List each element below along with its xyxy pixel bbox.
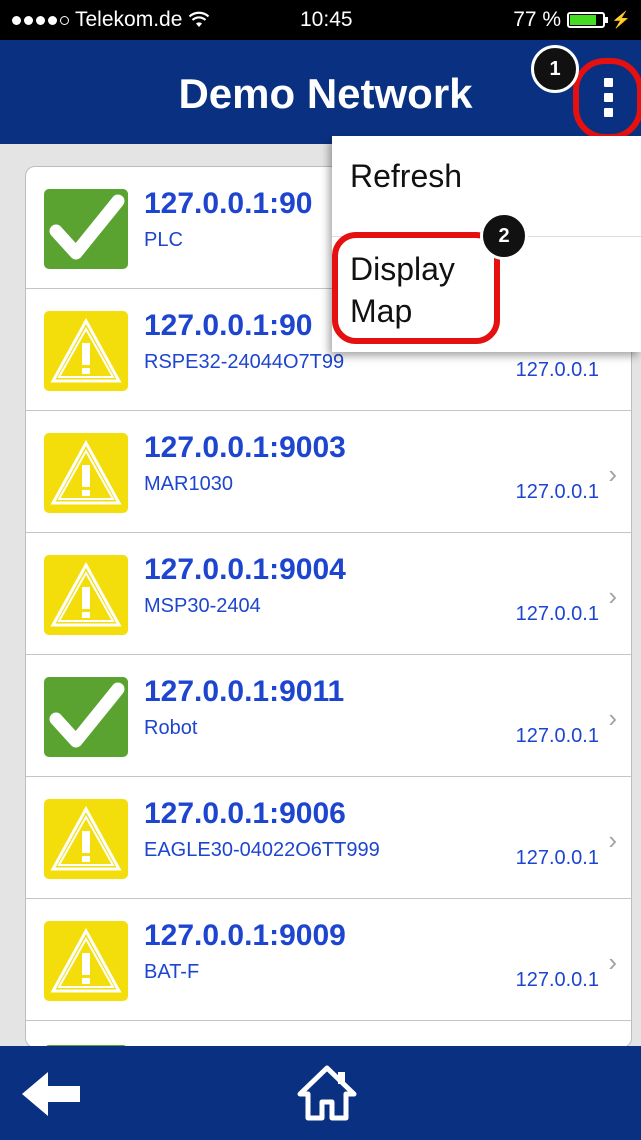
warning-triangle-icon (44, 555, 128, 635)
bottom-toolbar (0, 1046, 641, 1140)
device-name: PLC (144, 229, 183, 251)
device-ip: 127.0.0.1 (515, 847, 599, 869)
back-arrow-icon[interactable] (18, 1068, 84, 1120)
charging-icon: ⚡ (611, 12, 631, 29)
warning-triangle-icon (44, 311, 128, 391)
device-row[interactable]: 127.0.0.1:9004 MSP30-2404 127.0.0.1 › (26, 533, 631, 655)
callout-badge-2: 2 (480, 212, 528, 260)
device-name: BAT-F (144, 961, 200, 983)
signal-icon (12, 15, 69, 25)
battery-icon (567, 12, 609, 28)
status-bar: Telekom.de 10:45 77 % ⚡ (0, 0, 641, 40)
clock: 10:45 (300, 8, 353, 31)
device-name: MSP30-2404 (144, 595, 261, 617)
carrier-label: Telekom.de (75, 8, 183, 31)
warning-triangle-icon (44, 921, 128, 1001)
battery-percent: 77 % (513, 8, 562, 31)
device-address: 127.0.0.1:90 (144, 309, 313, 342)
device-row[interactable]: 127.0.0.1:9009 BAT-F 127.0.0.1 › (26, 899, 631, 1021)
overflow-menu-button[interactable] (573, 58, 641, 140)
callout-badge-1: 1 (531, 45, 579, 93)
menu-item-display-map-label: Display Map (350, 251, 455, 329)
device-address: 127.0.0.1:9004 (144, 553, 346, 586)
device-name: MAR1030 (144, 473, 233, 495)
chevron-right-icon: › (608, 825, 617, 855)
menu-item-display-map[interactable]: Display Map (332, 232, 500, 344)
device-address: 127.0.0.1:9011 (144, 675, 345, 708)
warning-triangle-icon (44, 799, 128, 879)
device-row-partial[interactable] (26, 1021, 631, 1047)
device-row[interactable]: 127.0.0.1:9003 MAR1030 127.0.0.1 › (26, 411, 631, 533)
chevron-right-icon: › (608, 947, 617, 977)
device-address: 127.0.0.1:90 (144, 187, 313, 220)
battery-group: 77 % ⚡ (513, 8, 631, 32)
warning-triangle-icon (44, 433, 128, 513)
device-address: 127.0.0.1:9009 (144, 919, 346, 952)
device-name: RSPE32-24044O7T99 (144, 351, 345, 373)
kebab-menu-icon (604, 78, 613, 117)
device-ip: 127.0.0.1 (515, 603, 599, 625)
wifi-icon (189, 11, 210, 27)
home-icon[interactable] (296, 1064, 358, 1122)
chevron-right-icon: › (608, 703, 617, 733)
device-name: EAGLE30-04022O6TT999 (144, 839, 380, 861)
carrier-group: Telekom.de (12, 8, 210, 32)
device-row[interactable]: 127.0.0.1:9011 Robot 127.0.0.1 › (26, 655, 631, 777)
menu-item-refresh[interactable]: Refresh (350, 158, 462, 195)
device-ip: 127.0.0.1 (515, 969, 599, 991)
checkmark-icon (44, 677, 128, 757)
chevron-right-icon: › (608, 581, 617, 611)
device-name: Robot (144, 717, 198, 739)
device-ip: 127.0.0.1 (515, 725, 599, 747)
device-address: 127.0.0.1:9006 (144, 797, 346, 830)
checkmark-icon (44, 189, 128, 269)
device-address: 127.0.0.1:9003 (144, 431, 346, 464)
device-row[interactable]: 127.0.0.1:9006 EAGLE30-04022O6TT999 127.… (26, 777, 631, 899)
chevron-right-icon: › (608, 459, 617, 489)
device-ip: 127.0.0.1 (515, 359, 599, 381)
device-ip: 127.0.0.1 (515, 481, 599, 503)
